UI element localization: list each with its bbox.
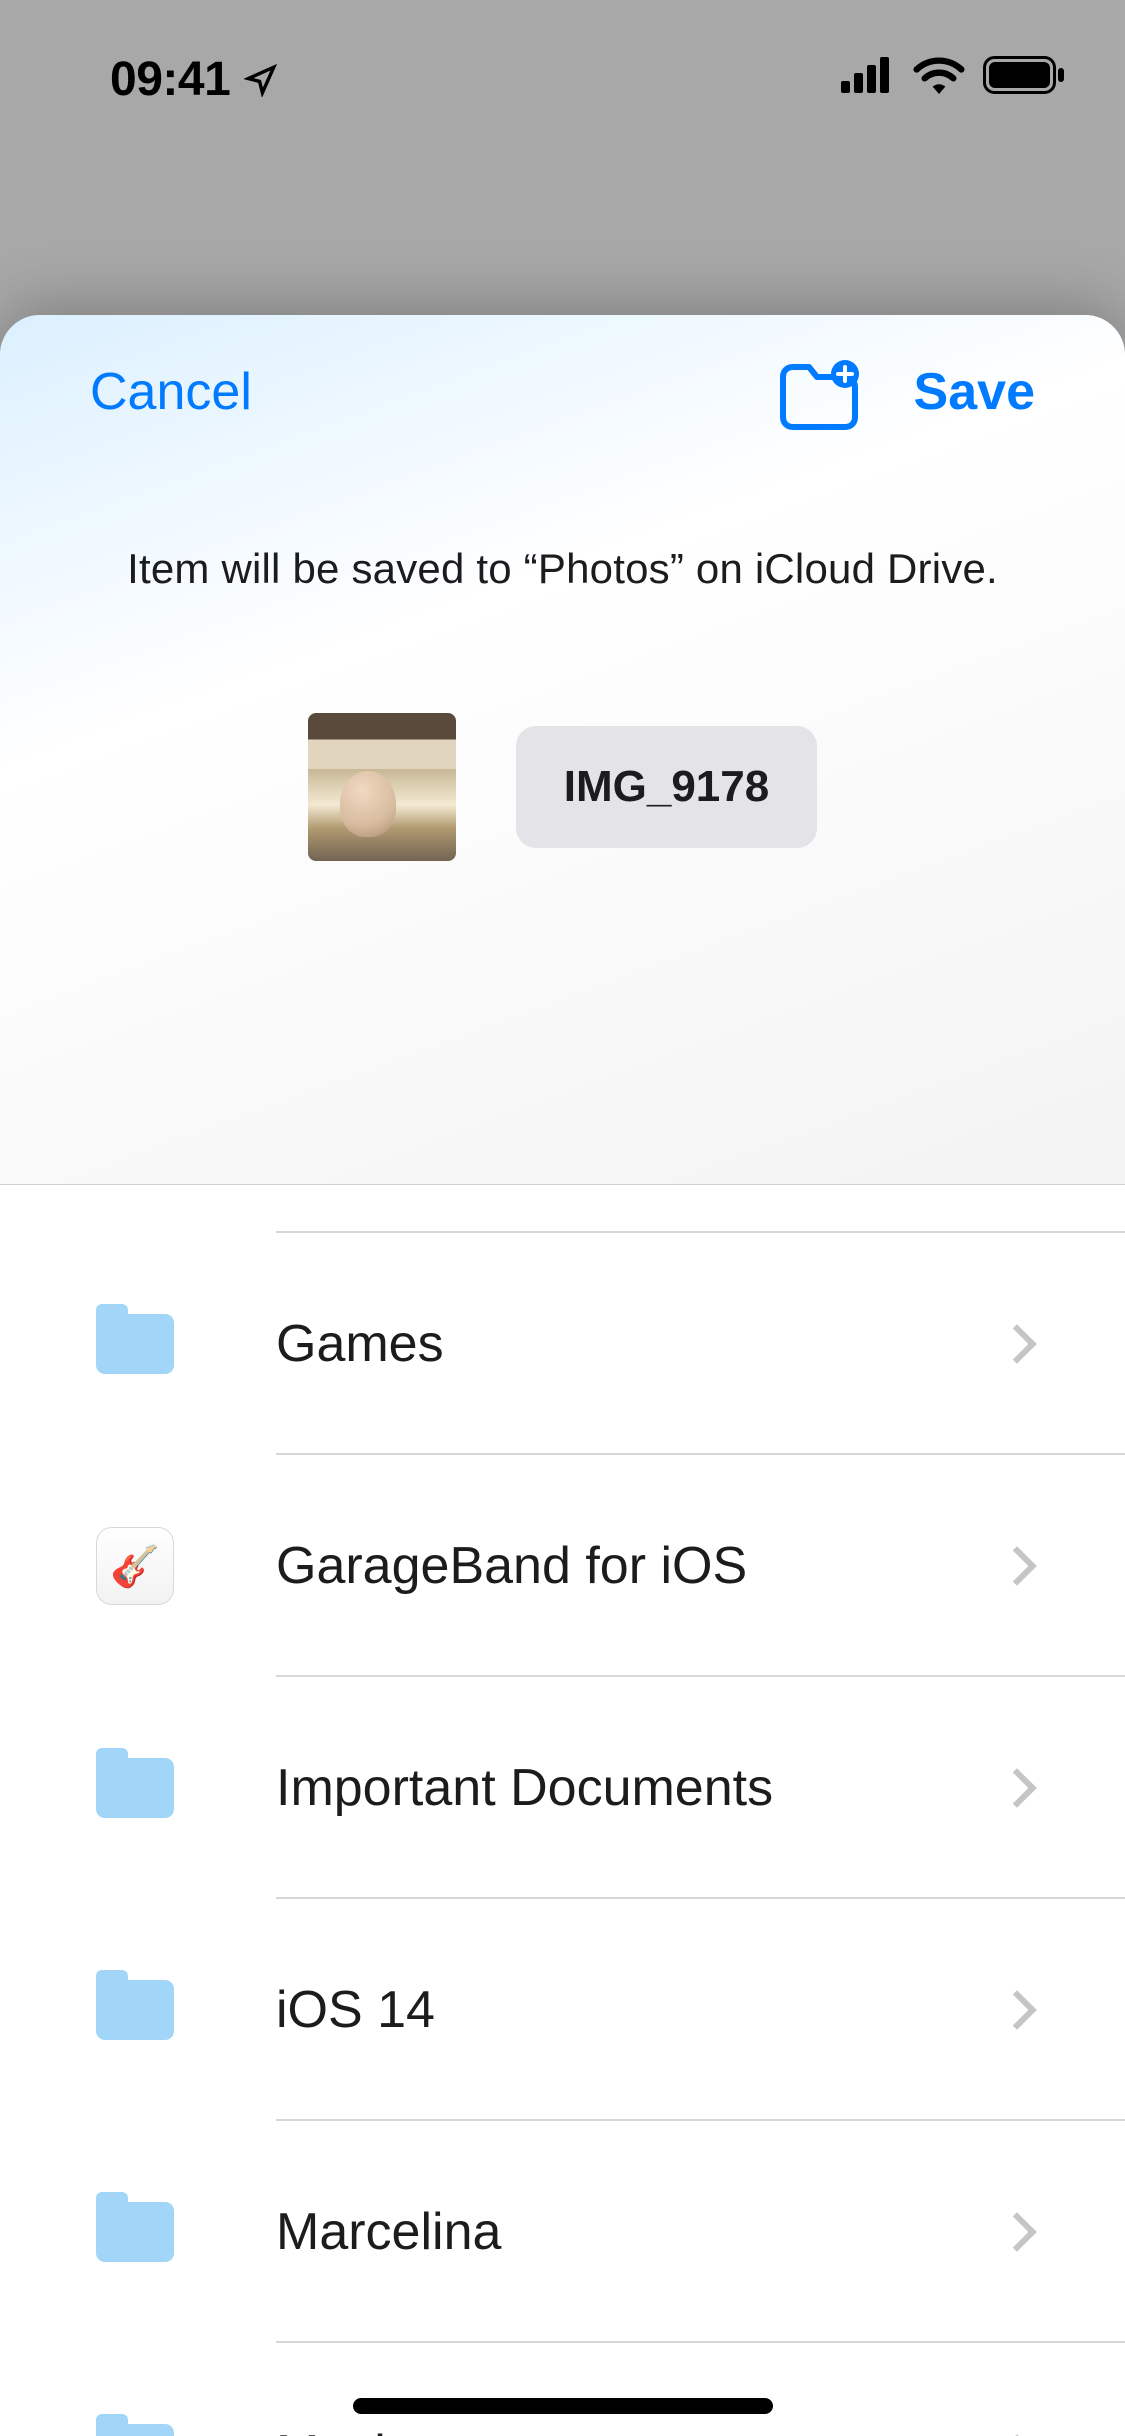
folder-row-marcelina[interactable]: Marcelina <box>0 2121 1125 2343</box>
battery-icon <box>983 56 1065 94</box>
save-prompt: Item will be saved to “Photos” on iCloud… <box>0 545 1125 593</box>
folder-row-film[interactable]: Film <box>0 1185 1125 1233</box>
folder-icon <box>96 2424 174 2436</box>
file-thumbnail <box>308 713 456 861</box>
folder-label: Music <box>276 2424 1003 2436</box>
folder-icon <box>96 1314 174 1374</box>
folder-list[interactable]: Film Games 🎸 GarageBand for iOS Importan… <box>0 1185 1125 2436</box>
chevron-right-icon <box>997 1324 1037 1364</box>
home-indicator[interactable] <box>353 2398 773 2414</box>
folder-row-garageband[interactable]: 🎸 GarageBand for iOS <box>0 1455 1125 1677</box>
folder-label: Marcelina <box>276 2202 1003 2262</box>
status-time: 09:41 <box>110 52 278 107</box>
chevron-right-icon <box>997 1768 1037 1808</box>
folder-row-ios14[interactable]: iOS 14 <box>0 1899 1125 2121</box>
folder-label: Games <box>276 1314 1003 1374</box>
status-indicators <box>841 52 1065 94</box>
cancel-button[interactable]: Cancel <box>90 362 252 422</box>
status-time-text: 09:41 <box>110 52 230 107</box>
new-folder-button[interactable] <box>779 359 859 425</box>
folder-icon <box>96 2202 174 2262</box>
sheet-header: Cancel Save Item will be saved to “Photo… <box>0 315 1125 1185</box>
save-sheet: Cancel Save Item will be saved to “Photo… <box>0 315 1125 2436</box>
wifi-icon <box>913 56 965 94</box>
nav-bar: Cancel Save <box>0 359 1125 425</box>
garageband-app-icon: 🎸 <box>96 1527 174 1605</box>
folder-icon <box>96 1980 174 2040</box>
location-icon <box>244 63 278 97</box>
cellular-icon <box>841 57 895 93</box>
status-bar: 09:41 <box>0 0 1125 135</box>
folder-row-music[interactable]: Music <box>0 2343 1125 2436</box>
file-preview-row: IMG_9178 <box>0 713 1125 861</box>
filename-field[interactable]: IMG_9178 <box>516 726 817 848</box>
folder-row-games[interactable]: Games <box>0 1233 1125 1455</box>
folder-row-important-documents[interactable]: Important Documents <box>0 1677 1125 1899</box>
chevron-right-icon <box>997 2212 1037 2252</box>
folder-icon <box>96 1758 174 1818</box>
chevron-right-icon <box>997 1546 1037 1586</box>
folder-label: Important Documents <box>276 1758 1003 1818</box>
folder-label: GarageBand for iOS <box>276 1536 1003 1596</box>
chevron-right-icon <box>997 1990 1037 2030</box>
folder-label: iOS 14 <box>276 1980 1003 2040</box>
save-button[interactable]: Save <box>914 362 1035 422</box>
